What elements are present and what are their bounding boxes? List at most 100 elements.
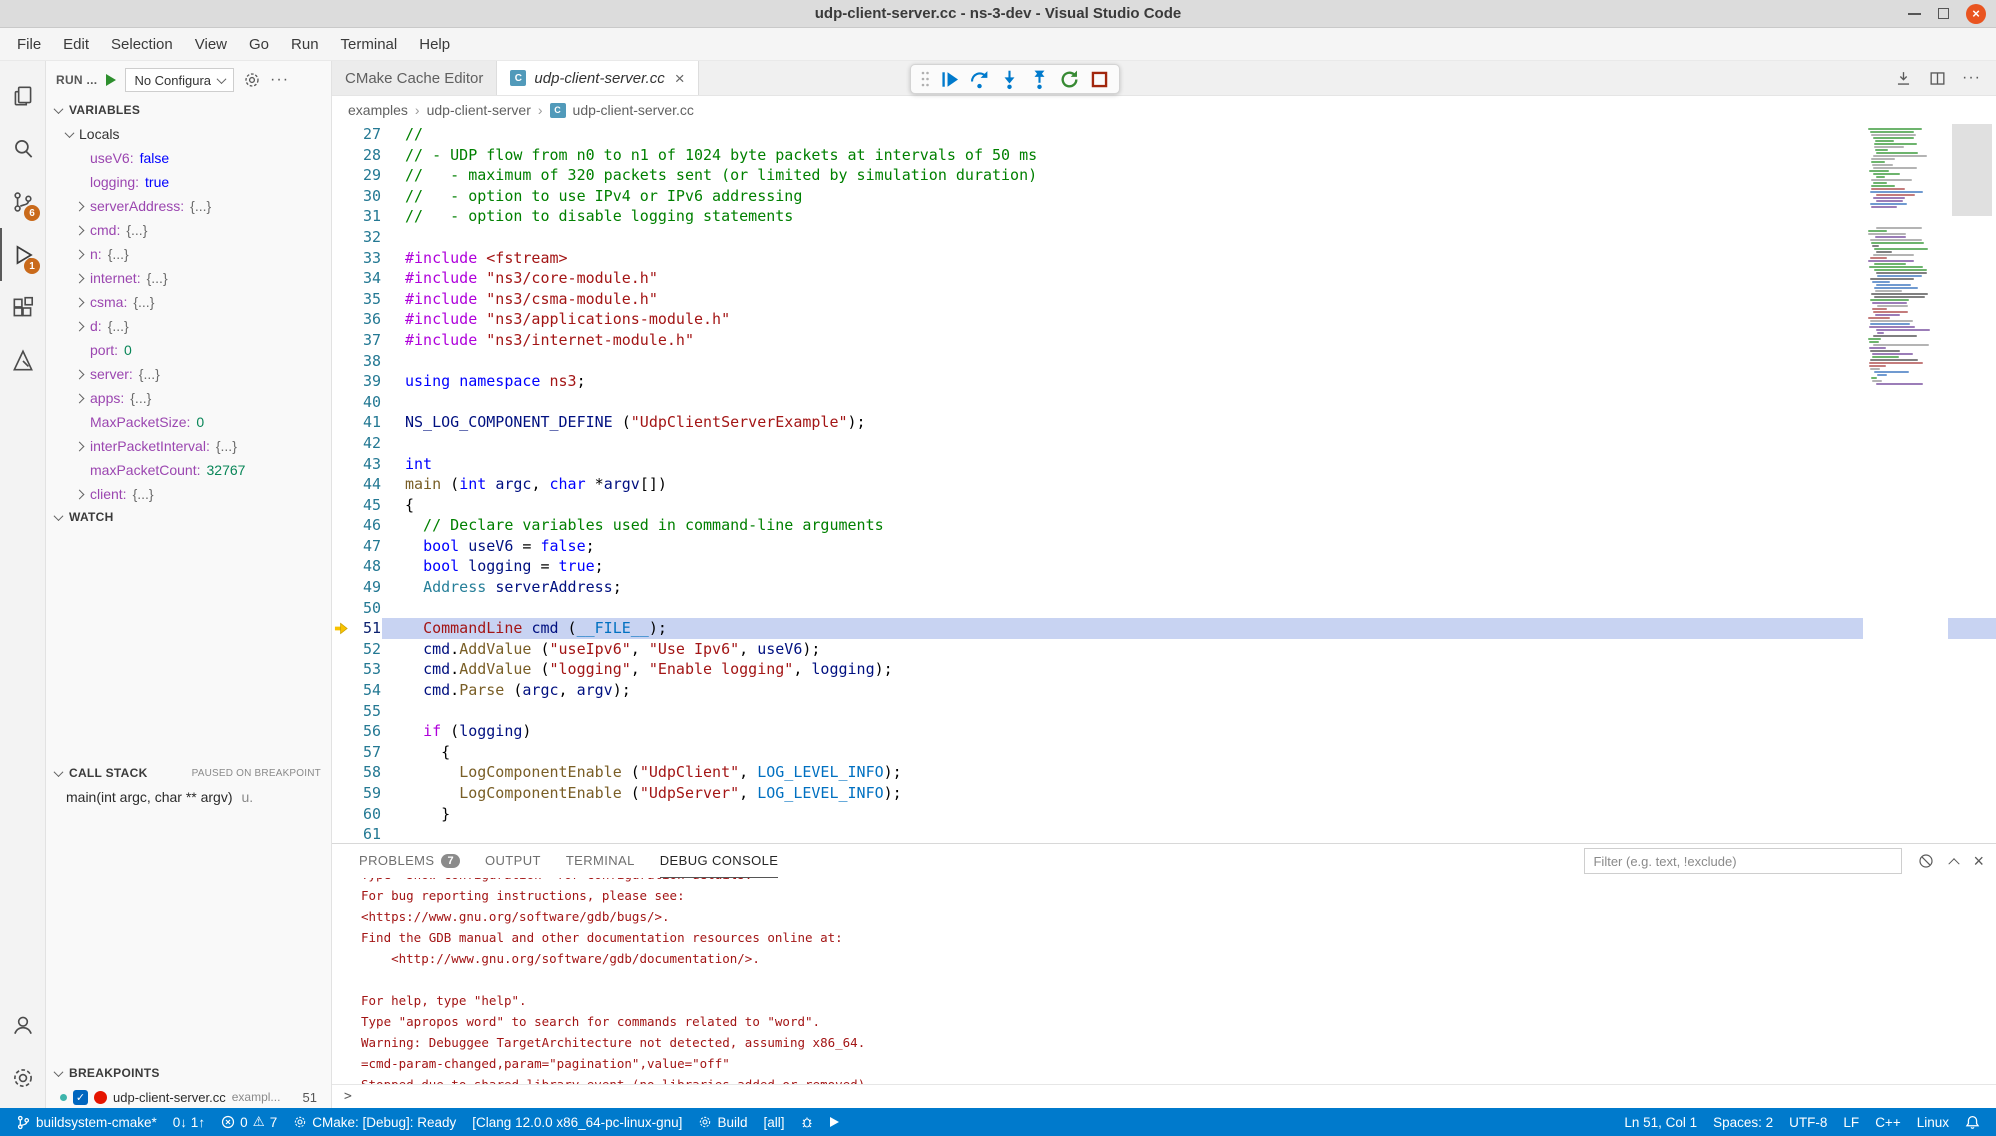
- code-line[interactable]: 41NS_LOG_COMPONENT_DEFINE ("UdpClientSer…: [332, 412, 1863, 433]
- variable-row[interactable]: serverAddress:{...}: [46, 194, 331, 218]
- code-line[interactable]: 60 }: [332, 804, 1863, 825]
- code-line[interactable]: 43int: [332, 454, 1863, 475]
- accounts-icon[interactable]: [0, 998, 45, 1051]
- menu-item-file[interactable]: File: [6, 36, 52, 53]
- variables-section-header[interactable]: VARIABLES: [46, 98, 331, 122]
- breadcrumb-item[interactable]: examples: [348, 102, 408, 118]
- console-filter-input[interactable]: [1584, 848, 1902, 874]
- menu-item-go[interactable]: Go: [238, 36, 280, 53]
- code-line[interactable]: 38: [332, 351, 1863, 372]
- panel-tab-problems[interactable]: PROBLEMS7: [359, 844, 460, 878]
- start-debugging-icon[interactable]: [106, 74, 116, 86]
- eol-status[interactable]: LF: [1835, 1108, 1867, 1136]
- variable-row[interactable]: internet:{...}: [46, 266, 331, 290]
- menu-item-help[interactable]: Help: [408, 36, 461, 53]
- code-line[interactable]: 53 cmd.AddValue ("logging", "Enable logg…: [332, 659, 1863, 680]
- editor-gutter[interactable]: 55: [332, 701, 405, 722]
- restart-button[interactable]: [1059, 69, 1080, 90]
- variable-row[interactable]: MaxPacketSize:0: [46, 410, 331, 434]
- breakpoint-row[interactable]: ✓ udp-client-server.cc exampl... 51: [46, 1085, 331, 1108]
- editor-more-actions-icon[interactable]: ···: [1962, 69, 1981, 87]
- code-line[interactable]: 48 bool logging = true;: [332, 556, 1863, 577]
- breadcrumb-item[interactable]: udp-client-server: [427, 102, 531, 118]
- editor-gutter[interactable]: 40: [332, 392, 405, 413]
- code-line[interactable]: 59 LogComponentEnable ("UdpServer", LOG_…: [332, 783, 1863, 804]
- menu-item-selection[interactable]: Selection: [100, 36, 184, 53]
- editor-gutter[interactable]: 57: [332, 742, 405, 763]
- variable-row[interactable]: interPacketInterval:{...}: [46, 434, 331, 458]
- variable-row[interactable]: d:{...}: [46, 314, 331, 338]
- call-stack-section-header[interactable]: CALL STACK PAUSED ON BREAKPOINT: [46, 761, 331, 785]
- debug-gear-icon[interactable]: [243, 71, 261, 89]
- code-line[interactable]: 39using namespace ns3;: [332, 371, 1863, 392]
- editor-gutter[interactable]: 41: [332, 412, 405, 433]
- breakpoint-checkbox[interactable]: ✓: [73, 1090, 88, 1105]
- cmake-build-target[interactable]: [all]: [755, 1108, 792, 1136]
- editor-gutter[interactable]: 45: [332, 495, 405, 516]
- code-line[interactable]: 54 cmd.Parse (argc, argv);: [332, 680, 1863, 701]
- code-line[interactable]: 42: [332, 433, 1863, 454]
- run-and-debug-icon[interactable]: 1: [0, 228, 45, 281]
- code-line[interactable]: 32: [332, 227, 1863, 248]
- step-into-button[interactable]: [999, 69, 1020, 90]
- editor-gutter[interactable]: 50: [332, 598, 405, 619]
- minimize-icon[interactable]: [1908, 13, 1921, 15]
- git-sync-status[interactable]: 0↓ 1↑: [165, 1108, 213, 1136]
- code-line[interactable]: 58 LogComponentEnable ("UdpClient", LOG_…: [332, 762, 1863, 783]
- editor-gutter[interactable]: 34: [332, 268, 405, 289]
- language-mode-status[interactable]: C++: [1867, 1108, 1909, 1136]
- code-line[interactable]: 45{: [332, 495, 1863, 516]
- code-line[interactable]: 61: [332, 824, 1863, 843]
- editor-gutter[interactable]: 56: [332, 721, 405, 742]
- editor-gutter[interactable]: 36: [332, 309, 405, 330]
- code-line[interactable]: 27//: [332, 124, 1863, 145]
- editor-gutter[interactable]: 48: [332, 556, 405, 577]
- variable-row[interactable]: maxPacketCount:32767: [46, 458, 331, 482]
- scrollbar-slider[interactable]: [1952, 124, 1992, 216]
- editor-gutter[interactable]: 28: [332, 145, 405, 166]
- code-line[interactable]: 49 Address serverAddress;: [332, 577, 1863, 598]
- maximize-icon[interactable]: [1938, 8, 1949, 19]
- code-line[interactable]: 51 CommandLine cmd (__FILE__);: [332, 618, 1863, 639]
- variable-row[interactable]: apps:{...}: [46, 386, 331, 410]
- variable-row[interactable]: server:{...}: [46, 362, 331, 386]
- code-line[interactable]: 31// - option to disable logging stateme…: [332, 206, 1863, 227]
- cmake-build-button[interactable]: Build: [690, 1108, 755, 1136]
- code-line[interactable]: 44main (int argc, char *argv[]): [332, 474, 1863, 495]
- variable-row[interactable]: cmd:{...}: [46, 218, 331, 242]
- close-window-icon[interactable]: ×: [1966, 4, 1986, 24]
- toolbar-drag-grip[interactable]: [920, 70, 930, 88]
- panel-tab-terminal[interactable]: TERMINAL: [566, 844, 635, 878]
- cmake-launch-icon[interactable]: [822, 1108, 847, 1136]
- code-line[interactable]: 28// - UDP flow from n0 to n1 of 1024 by…: [332, 145, 1863, 166]
- close-panel-icon[interactable]: ×: [1973, 852, 1984, 870]
- editor-gutter[interactable]: 38: [332, 351, 405, 372]
- code-line[interactable]: 36#include "ns3/applications-module.h": [332, 309, 1863, 330]
- editor-gutter[interactable]: 44: [332, 474, 405, 495]
- tab-cmake-cache-editor[interactable]: CMake Cache Editor: [332, 61, 497, 95]
- stack-frame-row[interactable]: main(int argc, char ** argv) u.: [46, 785, 331, 809]
- views-more-actions-icon[interactable]: ···: [270, 71, 289, 89]
- menu-item-terminal[interactable]: Terminal: [330, 36, 409, 53]
- editor-gutter[interactable]: 29: [332, 165, 405, 186]
- locals-scope[interactable]: Locals: [46, 122, 331, 146]
- search-icon[interactable]: [0, 122, 45, 175]
- editor-gutter[interactable]: 51: [332, 618, 405, 639]
- editor-gutter[interactable]: 53: [332, 659, 405, 680]
- debug-console[interactable]: Type "show configuration" for configurat…: [332, 878, 1996, 1108]
- cmake-icon[interactable]: [0, 334, 45, 387]
- tab-udp-client-server[interactable]: C udp-client-server.cc ×: [497, 61, 698, 95]
- notifications-bell-icon[interactable]: [1957, 1108, 1988, 1136]
- watch-section-header[interactable]: WATCH: [46, 505, 331, 529]
- editor-gutter[interactable]: 33: [332, 248, 405, 269]
- minimap[interactable]: [1863, 124, 1948, 843]
- variable-row[interactable]: client:{...}: [46, 482, 331, 506]
- code-line[interactable]: 57 {: [332, 742, 1863, 763]
- menu-item-edit[interactable]: Edit: [52, 36, 100, 53]
- code-line[interactable]: 40: [332, 392, 1863, 413]
- variable-row[interactable]: port:0: [46, 338, 331, 362]
- step-out-button[interactable]: [1029, 69, 1050, 90]
- code-line[interactable]: 56 if (logging): [332, 721, 1863, 742]
- variable-row[interactable]: n:{...}: [46, 242, 331, 266]
- code-editor[interactable]: 27//28// - UDP flow from n0 to n1 of 102…: [332, 124, 1996, 843]
